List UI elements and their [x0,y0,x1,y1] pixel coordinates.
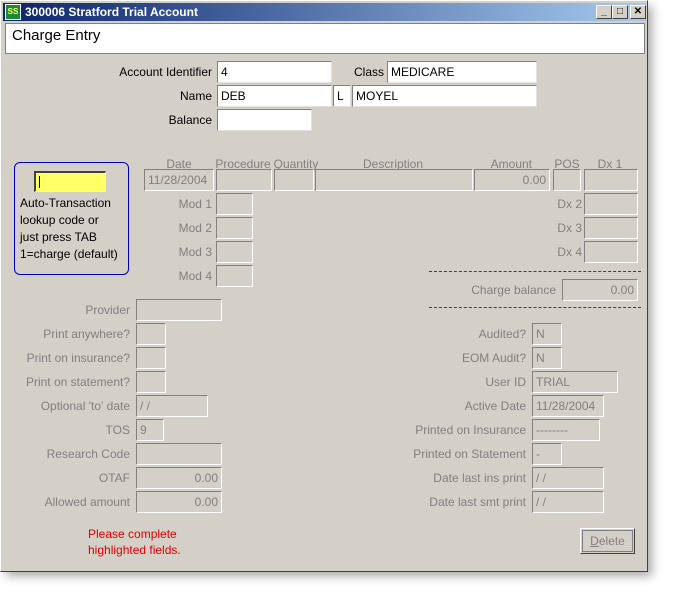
audited-label: Audited? [478,327,526,341]
optional-to-date-label: Optional 'to' date [40,399,130,413]
help-text-line: just press TAB [20,230,97,244]
app-icon[interactable]: SS [5,4,21,20]
date-last-ins-print-label: Date last ins print [433,471,526,485]
allowed-amount-field[interactable]: 0.00 [136,491,222,513]
user-id-field[interactable]: TRIAL [532,371,618,393]
window-title: 300006 Stratford Trial Account [25,5,198,19]
print-anywhere-field[interactable] [136,323,166,345]
print-anywhere-label: Print anywhere? [43,327,130,341]
charge-balance-field[interactable]: 0.00 [562,279,638,301]
balance-field[interactable] [217,109,312,131]
print-on-insurance-field[interactable] [136,347,166,369]
print-on-insurance-label: Print on insurance? [26,351,130,365]
dx3-label: Dx 3 [557,221,582,235]
auto-transaction-box: Auto-Transaction lookup code or just pre… [14,162,129,275]
divider-bottom [429,307,641,308]
printed-on-insurance-label: Printed on Insurance [415,423,526,437]
dx4-field[interactable] [584,241,638,263]
delete-button-accel: D [590,534,599,548]
research-code-field[interactable] [136,443,222,465]
dx2-field[interactable] [584,193,638,215]
mod4-field[interactable] [216,265,253,287]
mod4-label: Mod 4 [178,269,212,283]
warning-line: Please complete [88,527,177,541]
help-text-line: 1=charge (default) [20,247,118,261]
charge-balance-label: Charge balance [471,283,556,297]
research-code-label: Research Code [46,447,130,461]
maximize-button[interactable]: □ [612,5,628,19]
dx4-label: Dx 4 [557,245,582,259]
print-on-statement-field[interactable] [136,371,166,393]
account-identifier-label: Account Identifier [119,65,212,79]
printed-on-statement-field[interactable]: - [532,443,562,465]
mod3-label: Mod 3 [178,245,212,259]
header-panel: Charge Entry [5,23,645,54]
date-last-ins-print-field[interactable]: / / [532,467,604,489]
delete-button-label: elete [598,534,625,548]
class-label: Class [353,65,384,79]
otaf-label: OTAF [98,471,130,485]
minimize-button[interactable]: _ [596,5,612,19]
active-date-label: Active Date [464,399,526,413]
tos-field[interactable]: 9 [136,419,164,441]
print-on-statement-label: Print on statement? [25,375,130,389]
charge-entry-window: SS 300006 Stratford Trial Account _ □ ✕ … [0,0,648,572]
text-caret [39,176,40,188]
account-identifier-field[interactable]: 4 [217,61,332,83]
pos-field[interactable] [553,169,581,191]
dx1-field[interactable] [584,169,638,191]
help-text-line: Auto-Transaction [20,196,111,210]
warning-line: highlighted fields. [88,543,181,557]
class-field[interactable]: MEDICARE [387,61,537,83]
dx3-field[interactable] [584,217,638,239]
dx2-label: Dx 2 [557,197,582,211]
name-label: Name [179,89,212,103]
balance-label: Balance [168,113,212,127]
delete-button[interactable]: Delete [580,528,635,554]
quantity-field[interactable] [274,169,314,191]
help-text-line: lookup code or [20,213,99,227]
printed-on-statement-label: Printed on Statement [413,447,526,461]
otaf-field[interactable]: 0.00 [136,467,222,489]
tos-label: TOS [105,423,130,437]
last-name-field[interactable]: MOYEL [352,85,537,107]
first-name-field[interactable]: DEB [217,85,332,107]
procedure-field[interactable] [216,169,272,191]
user-id-label: User ID [485,375,526,389]
date-field[interactable]: 11/28/2004 [144,169,214,191]
amount-field[interactable]: 0.00 [474,169,550,191]
date-last-smt-print-label: Date last smt print [429,495,526,509]
eom-audit-field[interactable]: N [532,347,562,369]
mod1-label: Mod 1 [178,197,212,211]
optional-to-date-field[interactable]: / / [136,395,208,417]
mod2-field[interactable] [216,217,253,239]
mod1-field[interactable] [216,193,253,215]
close-button[interactable]: ✕ [630,5,646,19]
provider-label: Provider [85,303,130,317]
page-title: Charge Entry [12,27,101,44]
title-bar[interactable]: SS 300006 Stratford Trial Account _ □ ✕ [3,3,646,21]
eom-audit-label: EOM Audit? [461,351,526,365]
date-last-smt-print-field[interactable]: / / [532,491,604,513]
audited-field[interactable]: N [532,323,562,345]
mod3-field[interactable] [216,241,253,263]
mod2-label: Mod 2 [178,221,212,235]
printed-on-insurance-field[interactable]: -------- [532,419,600,441]
auto-transaction-input[interactable] [34,171,106,192]
provider-field[interactable] [136,299,222,321]
active-date-field[interactable]: 11/28/2004 [532,395,604,417]
divider-top [429,271,641,272]
allowed-amount-label: Allowed amount [44,495,130,509]
description-field[interactable] [315,169,473,191]
middle-initial-field[interactable]: L [333,85,351,107]
